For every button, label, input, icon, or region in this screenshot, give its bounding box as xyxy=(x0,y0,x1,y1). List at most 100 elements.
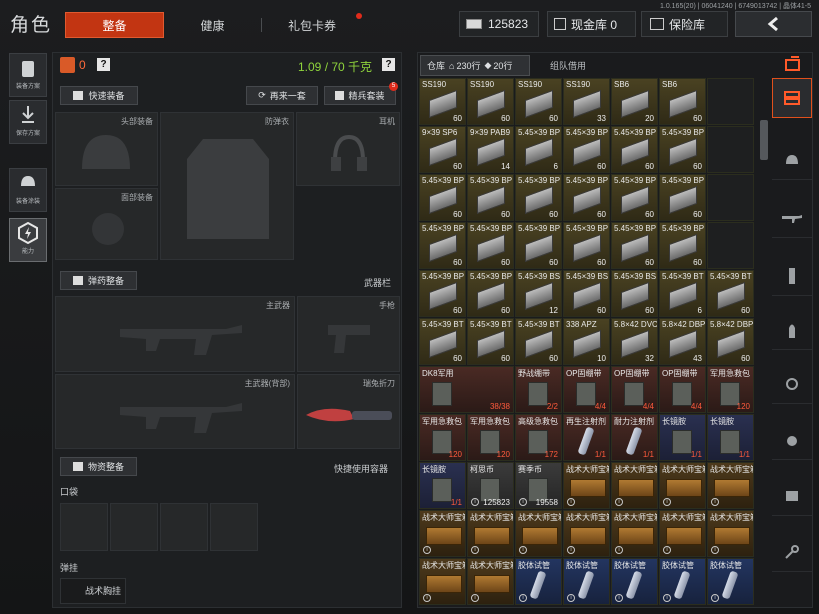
inventory-item[interactable]: 战术大师宝箱 i xyxy=(419,558,466,605)
inventory-item[interactable]: 5.45×39 BT 60 xyxy=(419,318,466,365)
tab-health[interactable]: 健康 xyxy=(165,12,260,38)
inventory-item[interactable]: OP固绷带 4/4 xyxy=(611,366,658,413)
inventory-item[interactable] xyxy=(707,222,754,269)
inventory-item[interactable]: 5.45×39 BT 60 xyxy=(707,270,754,317)
inventory-item[interactable]: 赛季币 19558 i xyxy=(515,462,562,509)
inventory-item[interactable]: 战术大师宝箱 i xyxy=(611,462,658,509)
inventory-item[interactable]: 战术大师宝箱 i xyxy=(659,462,706,509)
inventory-item[interactable]: 5.45×39 BS 60 xyxy=(611,270,658,317)
category-attachment[interactable] xyxy=(772,364,812,404)
inventory-item[interactable]: 长镜胺 1/1 xyxy=(419,462,466,509)
inventory-item[interactable]: 战术大师宝箱 i xyxy=(467,510,514,557)
help-button[interactable]: ? xyxy=(97,58,110,71)
inventory-item[interactable]: 再生注射剂 1/1 xyxy=(563,414,610,461)
inventory-item[interactable]: 5.45×39 BP 6 xyxy=(515,126,562,173)
inventory-item[interactable]: 5.8×42 DBP88 43 xyxy=(659,318,706,365)
inventory-item[interactable]: 胶体试管 i xyxy=(659,558,706,605)
ammo-prepare-button[interactable]: 弹药整备 xyxy=(60,271,137,290)
inventory-item[interactable]: 5.45×39 BP 60 xyxy=(515,222,562,269)
inventory-item[interactable]: 胶体试管 i xyxy=(611,558,658,605)
inventory-item[interactable]: 5.45×39 BT 60 xyxy=(515,318,562,365)
inventory-item[interactable]: 战术大师宝箱 i xyxy=(563,462,610,509)
inventory-item[interactable] xyxy=(707,78,754,125)
inventory-item[interactable]: 战术大师宝箱 i xyxy=(515,510,562,557)
inventory-item[interactable]: OP固绷带 4/4 xyxy=(563,366,610,413)
inventory-item[interactable]: 9×39 PAB9 14 xyxy=(467,126,514,173)
inventory-item[interactable]: 5.45×39 BP 60 xyxy=(611,222,658,269)
tab-prepare[interactable]: 整备 xyxy=(65,12,164,38)
inventory-item[interactable]: 军用急救包 120 xyxy=(707,366,754,413)
tab-gift-cards[interactable]: 礼包卡券 xyxy=(262,12,362,38)
inventory-item[interactable]: 高级急救包 172 xyxy=(515,414,562,461)
inventory-item[interactable]: 5.45×39 BP 60 xyxy=(419,222,466,269)
inventory-item[interactable]: 5.45×39 BP 60 xyxy=(515,174,562,221)
head-slot[interactable]: 头部装备 xyxy=(55,112,158,186)
inventory-item[interactable]: SS190 60 xyxy=(515,78,562,125)
inventory-item[interactable]: 胶体试管 i xyxy=(563,558,610,605)
category-rifle[interactable] xyxy=(772,198,812,238)
safe-button[interactable]: 保险库 xyxy=(641,11,728,37)
supplies-button[interactable]: 物资整备 xyxy=(60,457,137,476)
inventory-item[interactable]: 5.45×39 BP 60 xyxy=(611,174,658,221)
knife-slot[interactable]: 瑞兔折刀 xyxy=(297,374,400,449)
pocket-slot[interactable] xyxy=(210,503,258,551)
inventory-item[interactable]: OP固绷带 4/4 xyxy=(659,366,706,413)
tab-storage[interactable]: 仓库 ⌂ 230行 ◆ 20行 xyxy=(420,55,530,76)
inventory-item[interactable]: 战术大师宝箱 i xyxy=(419,510,466,557)
armor-slot[interactable]: 防弹衣 xyxy=(160,112,294,260)
inventory-item[interactable]: SB6 20 xyxy=(611,78,658,125)
inventory-item[interactable]: 野战绷带 2/2 xyxy=(515,366,562,413)
chest-rig-slot[interactable]: 战术胸挂 xyxy=(60,578,126,604)
inventory-item[interactable]: 柯思币 125823 i xyxy=(467,462,514,509)
primary-weapon-slot[interactable]: 主武器 xyxy=(55,296,295,372)
elite-set-button[interactable]: 精兵套装 xyxy=(324,86,396,105)
pistol-slot[interactable]: 手枪 xyxy=(297,296,400,372)
inventory-item[interactable]: DK8军用 38/38 xyxy=(419,366,514,413)
inventory-item[interactable]: 5.45×39 BP 60 xyxy=(563,222,610,269)
inventory-item[interactable]: 9×39 SP6 60 xyxy=(419,126,466,173)
inventory-item[interactable]: 战术大师宝箱 i xyxy=(611,510,658,557)
inventory-item[interactable]: 5.8×42 DVC12 32 xyxy=(611,318,658,365)
inventory-item[interactable] xyxy=(707,126,754,173)
weight-help-button[interactable]: ? xyxy=(382,58,395,71)
paint-button[interactable]: 装备涂装 xyxy=(9,168,47,212)
quick-equip-button[interactable]: 快速装备 xyxy=(60,86,138,105)
inventory-item[interactable]: 5.45×39 BP 60 xyxy=(659,126,706,173)
category-valuables[interactable] xyxy=(772,476,812,516)
category-medical[interactable] xyxy=(772,420,812,460)
inventory-item[interactable]: 5.45×39 BP 60 xyxy=(659,174,706,221)
primary-back-slot[interactable]: 主武器(背部) xyxy=(55,374,295,449)
inventory-item[interactable] xyxy=(707,174,754,221)
pocket-slot[interactable] xyxy=(60,503,108,551)
inventory-item[interactable]: 5.45×39 BP 60 xyxy=(563,174,610,221)
again-button[interactable]: ⟳ 再来一套 xyxy=(246,86,318,105)
scrollbar-thumb[interactable] xyxy=(760,120,768,160)
headset-slot[interactable]: 耳机 xyxy=(296,112,400,186)
inventory-item[interactable]: 战术大师宝箱 i xyxy=(467,558,514,605)
inventory-item[interactable]: SS190 60 xyxy=(467,78,514,125)
save-plan-button[interactable]: 保存方案 xyxy=(9,100,47,144)
inventory-item[interactable]: 5.45×39 BS 12 xyxy=(515,270,562,317)
category-ammo[interactable] xyxy=(772,310,812,350)
inventory-item[interactable]: 战术大师宝箱 i xyxy=(707,462,754,509)
inventory-item[interactable]: 耐力注射剂 1/1 xyxy=(611,414,658,461)
inventory-item[interactable]: 5.45×39 BS 60 xyxy=(563,270,610,317)
inventory-item[interactable]: 5.45×39 BP 60 xyxy=(419,270,466,317)
inventory-item[interactable]: SS190 33 xyxy=(563,78,610,125)
inventory-item[interactable]: 军用急救包 120 xyxy=(419,414,466,461)
tab-team-borrow[interactable]: 组队借用 xyxy=(550,59,586,72)
inventory-item[interactable]: SS190 60 xyxy=(419,78,466,125)
inventory-item[interactable]: 5.45×39 BT 6 xyxy=(659,270,706,317)
pocket-slot[interactable] xyxy=(110,503,158,551)
inventory-item[interactable]: 5.45×39 BP 60 xyxy=(467,222,514,269)
inventory-item[interactable]: 军用急救包 120 xyxy=(467,414,514,461)
inventory-item[interactable]: 338 APZ 10 xyxy=(563,318,610,365)
category-helmet[interactable] xyxy=(772,140,812,180)
inventory-item[interactable]: 5.45×39 BT 60 xyxy=(467,318,514,365)
inventory-item[interactable]: 5.45×39 BP 60 xyxy=(419,174,466,221)
pocket-slot[interactable] xyxy=(160,503,208,551)
back-button[interactable] xyxy=(735,11,812,37)
inventory-item[interactable]: 战术大师宝箱 i xyxy=(707,510,754,557)
sort-icon[interactable] xyxy=(783,56,803,74)
inventory-item[interactable]: 5.45×39 BP 60 xyxy=(467,270,514,317)
